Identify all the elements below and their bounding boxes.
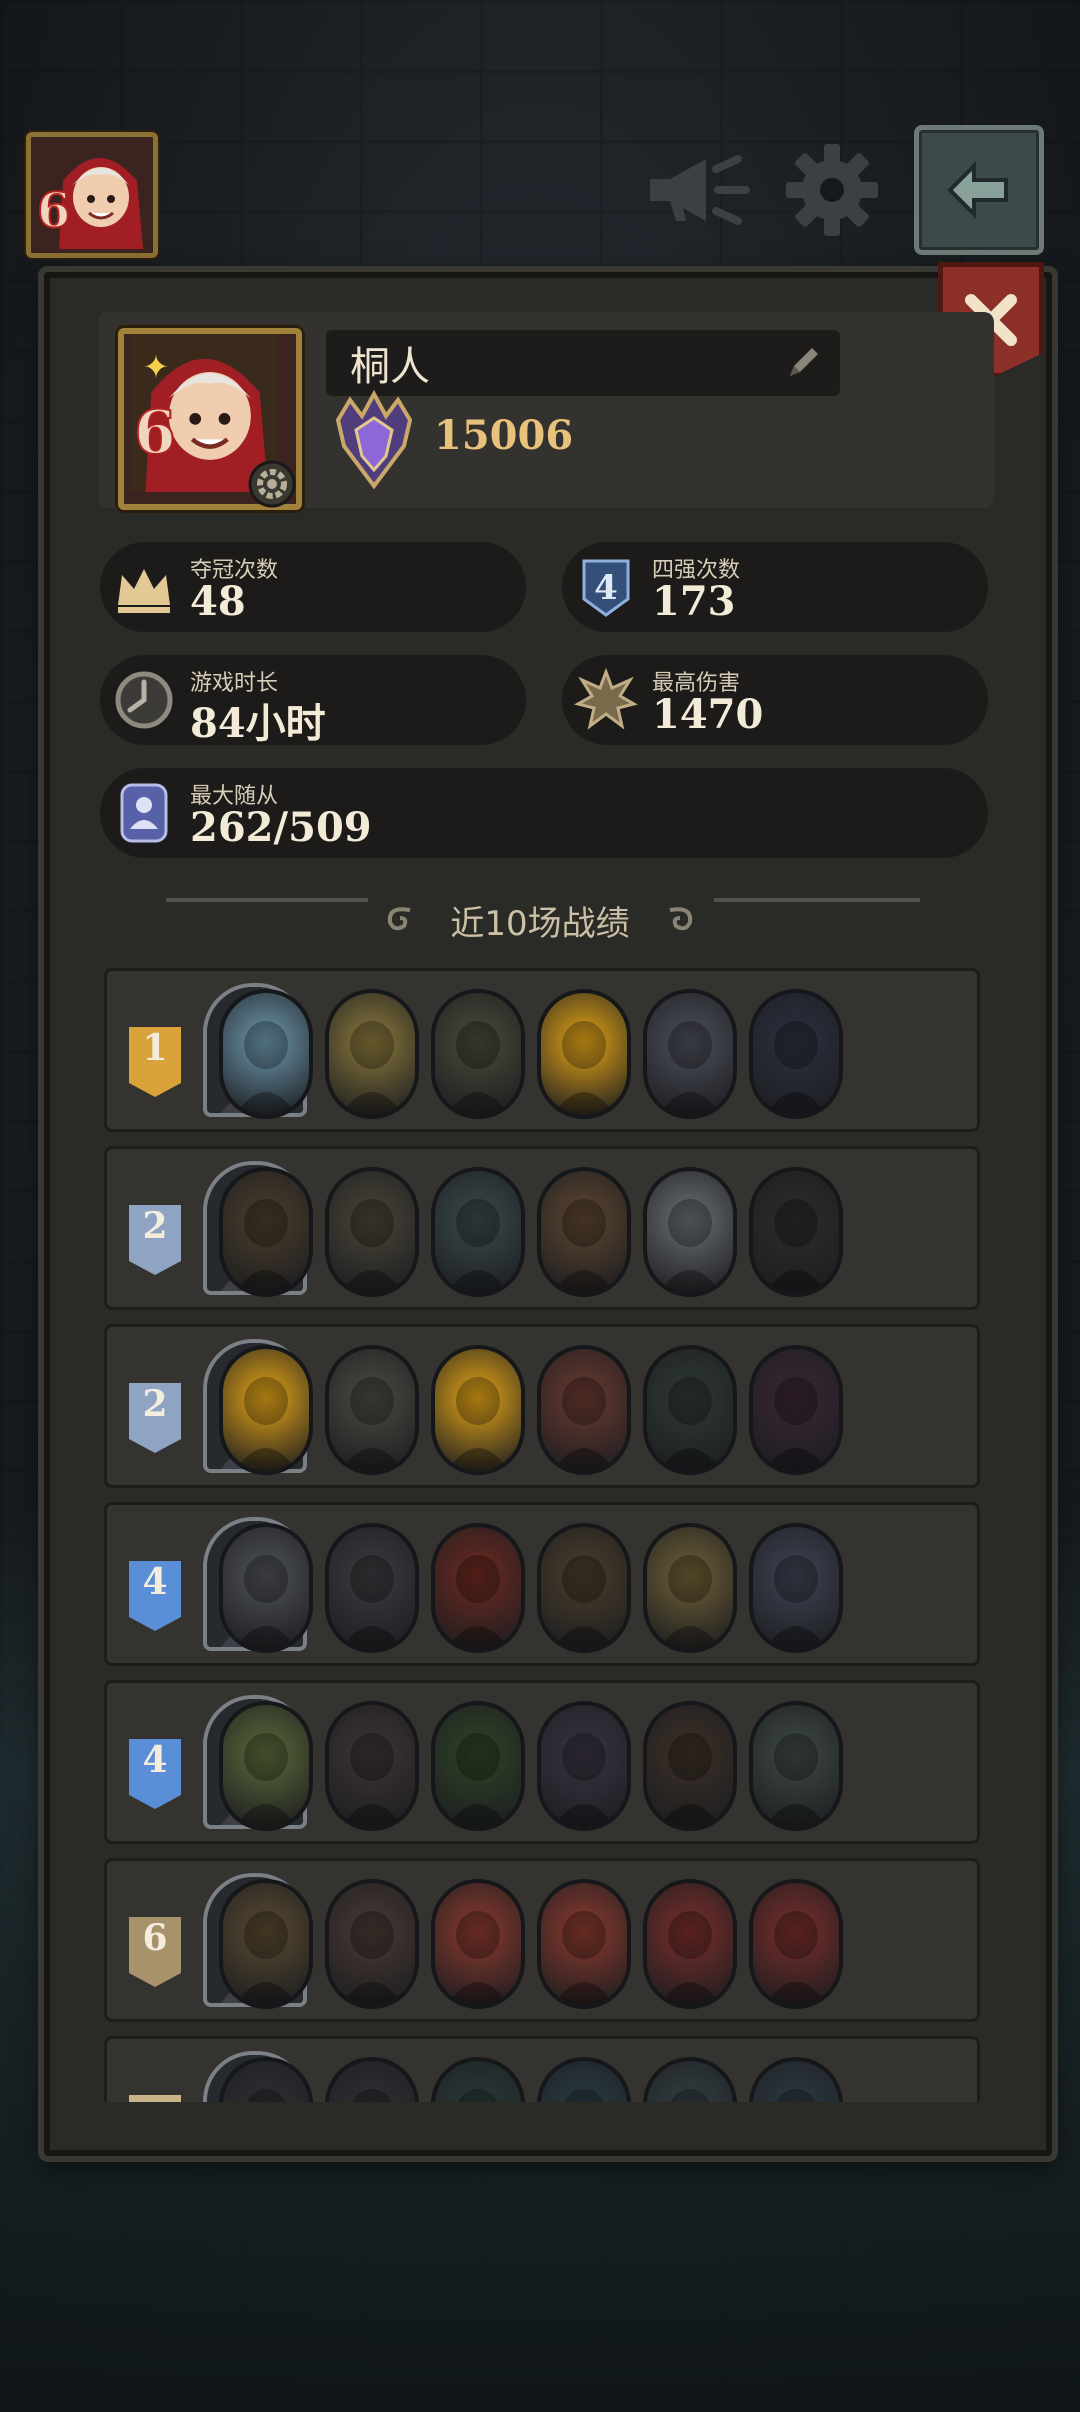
unit-portrait[interactable] xyxy=(749,1879,843,2009)
unit-portrait[interactable] xyxy=(643,989,737,1119)
unit-portrait[interactable] xyxy=(749,1523,843,1653)
stat-value: 84小时 xyxy=(190,700,326,747)
unit-portrait[interactable] xyxy=(749,1167,843,1297)
rank-emblem-icon xyxy=(335,390,413,490)
unit-portrait[interactable] xyxy=(431,1345,525,1475)
back-button[interactable] xyxy=(914,125,1044,255)
unit-portrait[interactable] xyxy=(749,1701,843,1831)
unit-portrait[interactable] xyxy=(643,2057,737,2102)
unit-portrait[interactable] xyxy=(219,1879,313,2009)
unit-portrait[interactable] xyxy=(325,1523,419,1653)
match-row[interactable] xyxy=(104,2036,980,2102)
player-name: 桐人 xyxy=(350,344,430,390)
stat-playtime: 游戏时长 84小时 xyxy=(100,655,526,747)
clock-icon xyxy=(115,671,173,729)
unit-portrait[interactable] xyxy=(431,1523,525,1653)
unit-portrait[interactable] xyxy=(325,1345,419,1475)
top-toolbar xyxy=(646,125,1044,255)
unit-portrait[interactable] xyxy=(749,2057,843,2102)
profile-level: 6 xyxy=(133,397,177,469)
match-row[interactable]: 1 xyxy=(104,968,980,1132)
megaphone-icon[interactable] xyxy=(646,138,750,242)
unit-portrait[interactable] xyxy=(749,989,843,1119)
stat-value: 262/509 xyxy=(190,804,372,851)
rank-score: 15006 xyxy=(434,412,574,459)
stat-value: 173 xyxy=(652,578,736,625)
unit-portrait[interactable] xyxy=(219,1523,313,1653)
divider-right xyxy=(714,898,920,902)
match-row[interactable]: 4 xyxy=(104,1502,980,1666)
stat-max-damage: 最高伤害 1470 xyxy=(562,655,988,745)
avatar-level: 6 xyxy=(36,182,71,240)
burst-icon xyxy=(574,668,638,730)
placement-badge: 2 xyxy=(129,1205,181,1275)
unit-portrait[interactable] xyxy=(643,1701,737,1831)
player-avatar-button[interactable]: 6 xyxy=(26,132,158,258)
match-row[interactable]: 4 xyxy=(104,1680,980,1844)
unit-portrait[interactable] xyxy=(537,1701,631,1831)
placement-badge: 1 xyxy=(129,1027,181,1097)
match-row[interactable]: 2 xyxy=(104,1324,980,1488)
svg-text:✦: ✦ xyxy=(143,348,170,386)
stat-top4: 4 四强次数 173 xyxy=(562,542,988,632)
unit-portrait[interactable] xyxy=(537,1523,631,1653)
crown-icon xyxy=(118,569,170,613)
unit-portrait[interactable] xyxy=(537,1879,631,2009)
stat-value: 48 xyxy=(190,578,246,625)
stat-champion: 夺冠次数 48 xyxy=(100,542,526,632)
gear-icon[interactable] xyxy=(780,138,884,242)
unit-portrait[interactable] xyxy=(325,1879,419,2009)
unit-portrait[interactable] xyxy=(643,1345,737,1475)
stat-value: 1470 xyxy=(652,691,764,738)
back-arrow-icon xyxy=(947,161,1008,219)
minion-card-icon xyxy=(120,783,168,843)
unit-portrait[interactable] xyxy=(325,1701,419,1831)
unit-portrait[interactable] xyxy=(431,989,525,1119)
unit-portrait[interactable] xyxy=(431,1701,525,1831)
unit-portrait[interactable] xyxy=(643,1167,737,1297)
unit-portrait[interactable] xyxy=(219,1167,313,1297)
match-row[interactable]: 2 xyxy=(104,1146,980,1310)
recent-matches-list[interactable]: 1 2 2 4 4 6 xyxy=(104,968,980,2102)
unit-portrait[interactable] xyxy=(749,1345,843,1475)
placement-badge: 4 xyxy=(129,1561,181,1631)
shield-four-icon: 4 xyxy=(582,559,630,617)
unit-portrait[interactable] xyxy=(537,1345,631,1475)
stat-max-minions: 最大随从 262/509 xyxy=(100,768,988,858)
unit-portrait[interactable] xyxy=(325,1167,419,1297)
edit-pencil-icon[interactable] xyxy=(784,342,824,382)
swirl-icon xyxy=(669,907,693,931)
unit-portrait[interactable] xyxy=(431,1167,525,1297)
unit-portrait[interactable] xyxy=(537,1167,631,1297)
unit-portrait[interactable] xyxy=(431,1879,525,2009)
unit-portrait[interactable] xyxy=(643,1879,737,2009)
shield-number: 4 xyxy=(594,568,618,608)
placement-badge: 2 xyxy=(129,1383,181,1453)
placement-badge: 4 xyxy=(129,1739,181,1809)
unit-portrait[interactable] xyxy=(643,1523,737,1653)
unit-portrait[interactable] xyxy=(219,1345,313,1475)
unit-portrait[interactable] xyxy=(431,2057,525,2102)
unit-portrait[interactable] xyxy=(219,989,313,1119)
unit-portrait[interactable] xyxy=(219,1701,313,1831)
unit-portrait[interactable] xyxy=(537,989,631,1119)
match-row[interactable]: 6 xyxy=(104,1858,980,2022)
settings-gear-icon[interactable] xyxy=(246,458,298,510)
placement-badge: 6 xyxy=(129,1917,181,1987)
unit-portrait[interactable] xyxy=(537,2057,631,2102)
placement-badge xyxy=(129,2095,181,2102)
unit-portrait[interactable] xyxy=(325,989,419,1119)
unit-portrait[interactable] xyxy=(325,2057,419,2102)
recent-matches-title: 近10场战绩 xyxy=(450,904,630,944)
